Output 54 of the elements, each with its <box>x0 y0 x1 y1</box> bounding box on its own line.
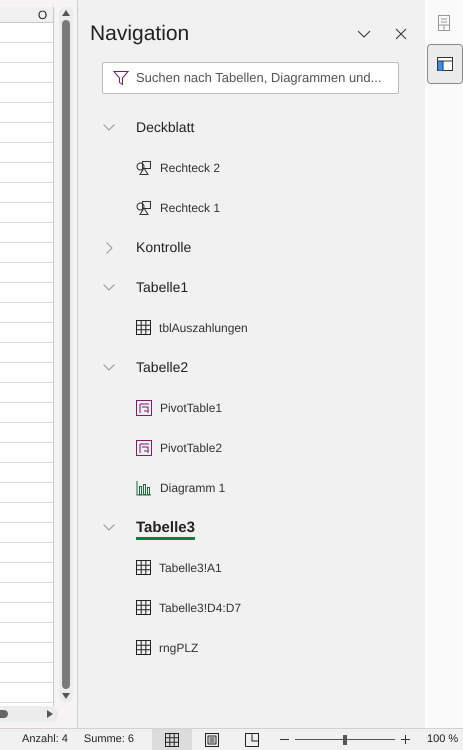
grid-icon <box>136 600 151 615</box>
pivot-table-icon <box>136 440 152 456</box>
object-item[interactable]: Rechteck 2 <box>160 158 220 176</box>
panel-title: Navigation <box>90 21 190 47</box>
side-tab[interactable] <box>427 44 463 84</box>
object-item[interactable]: PivotTable2 <box>160 438 222 456</box>
pivot-table-icon <box>136 400 152 416</box>
sheet-item[interactable]: Deckblatt <box>136 117 194 138</box>
close-icon <box>395 28 407 40</box>
view-button[interactable] <box>152 729 192 750</box>
zoom-slider[interactable] <box>295 734 396 744</box>
vertical-scrollbar[interactable] <box>59 7 73 702</box>
column-header[interactable]: O <box>0 7 54 23</box>
object-item[interactable]: rngPLZ <box>159 638 198 656</box>
scroll-down-icon <box>62 693 70 699</box>
object-item[interactable]: PivotTable1 <box>160 398 222 416</box>
page-break-icon <box>245 732 260 746</box>
status-text: Summe: 6 <box>84 732 134 748</box>
slider-thumb[interactable] <box>343 734 348 744</box>
page-layout-icon <box>205 732 220 746</box>
sheet-item[interactable]: Tabelle1 <box>136 277 188 298</box>
sheet-item[interactable]: Tabelle3 <box>136 516 195 540</box>
scroll-up-icon <box>62 10 70 16</box>
grid-icon <box>136 320 151 335</box>
zoom-in-icon <box>401 735 410 744</box>
chevron-down-icon <box>357 30 371 38</box>
chevron-down-icon <box>103 524 115 531</box>
bar-chart-icon <box>136 480 152 496</box>
filter-icon <box>113 70 129 86</box>
shapes-icon <box>136 200 152 216</box>
object-item[interactable]: Tabelle3!A1 <box>159 558 222 576</box>
sheet-item[interactable]: Kontrolle <box>136 237 192 258</box>
zoom-reading: 100 % <box>427 732 458 748</box>
chevron-down-icon <box>103 284 115 291</box>
object-item[interactable]: tblAuszahlungen <box>159 318 248 336</box>
grid-icon <box>136 560 151 575</box>
panel-layout-icon <box>437 57 453 71</box>
search-field[interactable]: Suchen nach Tabellen, Diagrammen und... <box>102 62 399 94</box>
chevron-right-icon <box>106 242 112 254</box>
shapes-icon <box>136 160 152 176</box>
scroll-right-icon <box>47 710 53 718</box>
grid-icon <box>165 732 180 746</box>
scroll-thumb[interactable] <box>0 710 8 718</box>
document-icon <box>438 15 450 31</box>
chevron-down-icon <box>103 124 115 131</box>
chevron-down-icon <box>103 364 115 371</box>
status-text: Anzahl: 4 <box>22 732 68 748</box>
object-item[interactable]: Tabelle3!D4:D7 <box>159 598 242 616</box>
scroll-thumb[interactable] <box>62 20 70 689</box>
sheet-item[interactable]: Tabelle2 <box>136 357 188 378</box>
object-item[interactable]: Rechteck 1 <box>160 198 220 216</box>
grid-icon <box>136 640 151 655</box>
horizontal-scrollbar[interactable] <box>0 706 58 722</box>
object-item[interactable]: Diagramm 1 <box>160 478 226 496</box>
